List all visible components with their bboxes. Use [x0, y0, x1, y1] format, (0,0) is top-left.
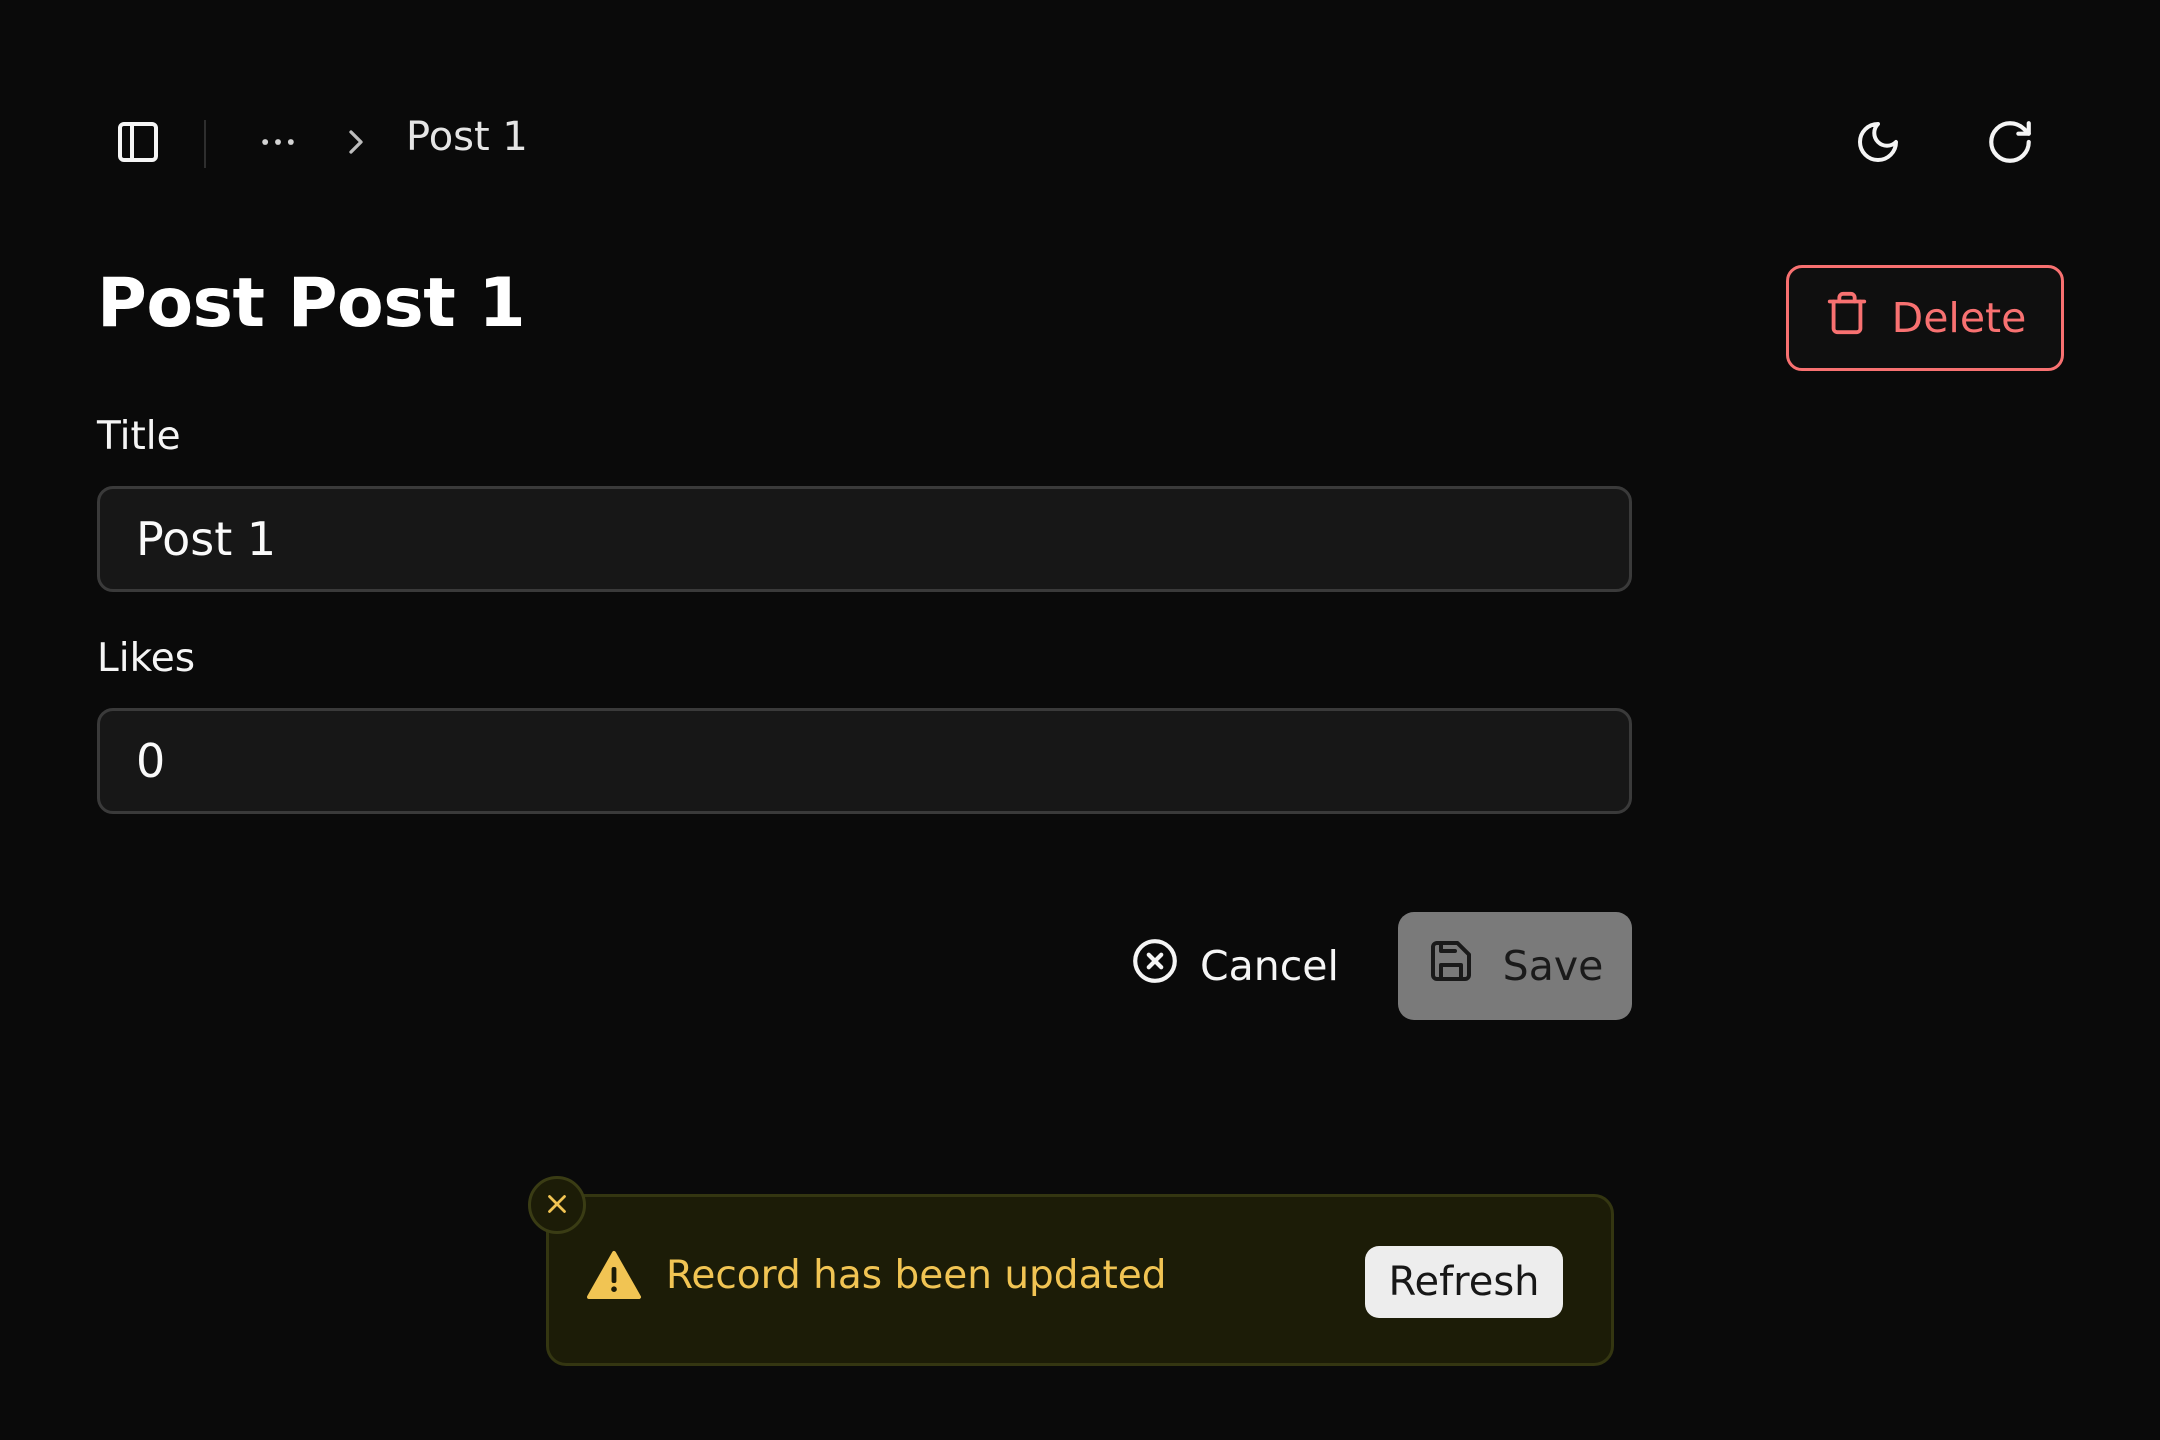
theme-toggle-button[interactable]	[1838, 103, 1918, 183]
save-label: Save	[1502, 942, 1604, 990]
sidebar-toggle-button[interactable]	[98, 103, 178, 183]
delete-label: Delete	[1891, 294, 2027, 342]
title-input[interactable]	[97, 486, 1632, 592]
refresh-button[interactable]	[1970, 103, 2050, 183]
warning-triangle-icon	[586, 1250, 642, 1304]
likes-input[interactable]	[97, 708, 1632, 814]
top-bar: Post 1 Post Post 1 Delete	[0, 0, 2160, 371]
header-divider	[204, 120, 206, 168]
moon-icon	[1854, 118, 1902, 169]
save-button[interactable]: Save	[1398, 912, 1632, 1020]
save-icon	[1427, 937, 1475, 995]
page-title: Post Post 1	[97, 264, 526, 343]
delete-button[interactable]: Delete	[1786, 265, 2064, 371]
record-edit-page: Post 1 Post Post 1 Delete Title Likes	[0, 0, 2160, 1440]
breadcrumb-overflow-button[interactable]	[238, 103, 318, 183]
likes-label: Likes	[97, 636, 196, 681]
toast-refresh-button[interactable]: Refresh	[1365, 1246, 1563, 1318]
cancel-button[interactable]: Cancel	[1130, 912, 1352, 1020]
title-label: Title	[97, 414, 181, 459]
cancel-label: Cancel	[1200, 942, 1339, 990]
toast-message: Record has been updated	[666, 1253, 1167, 1298]
chevron-right-icon	[336, 122, 376, 166]
trash-icon	[1824, 290, 1870, 346]
close-icon	[542, 1189, 572, 1222]
toast-close-button[interactable]	[528, 1176, 586, 1234]
breadcrumb-current: Post 1	[406, 114, 528, 160]
circle-x-icon	[1130, 936, 1180, 996]
ellipsis-icon	[256, 120, 300, 167]
refresh-icon	[1985, 117, 2035, 170]
panel-left-icon	[114, 118, 162, 169]
